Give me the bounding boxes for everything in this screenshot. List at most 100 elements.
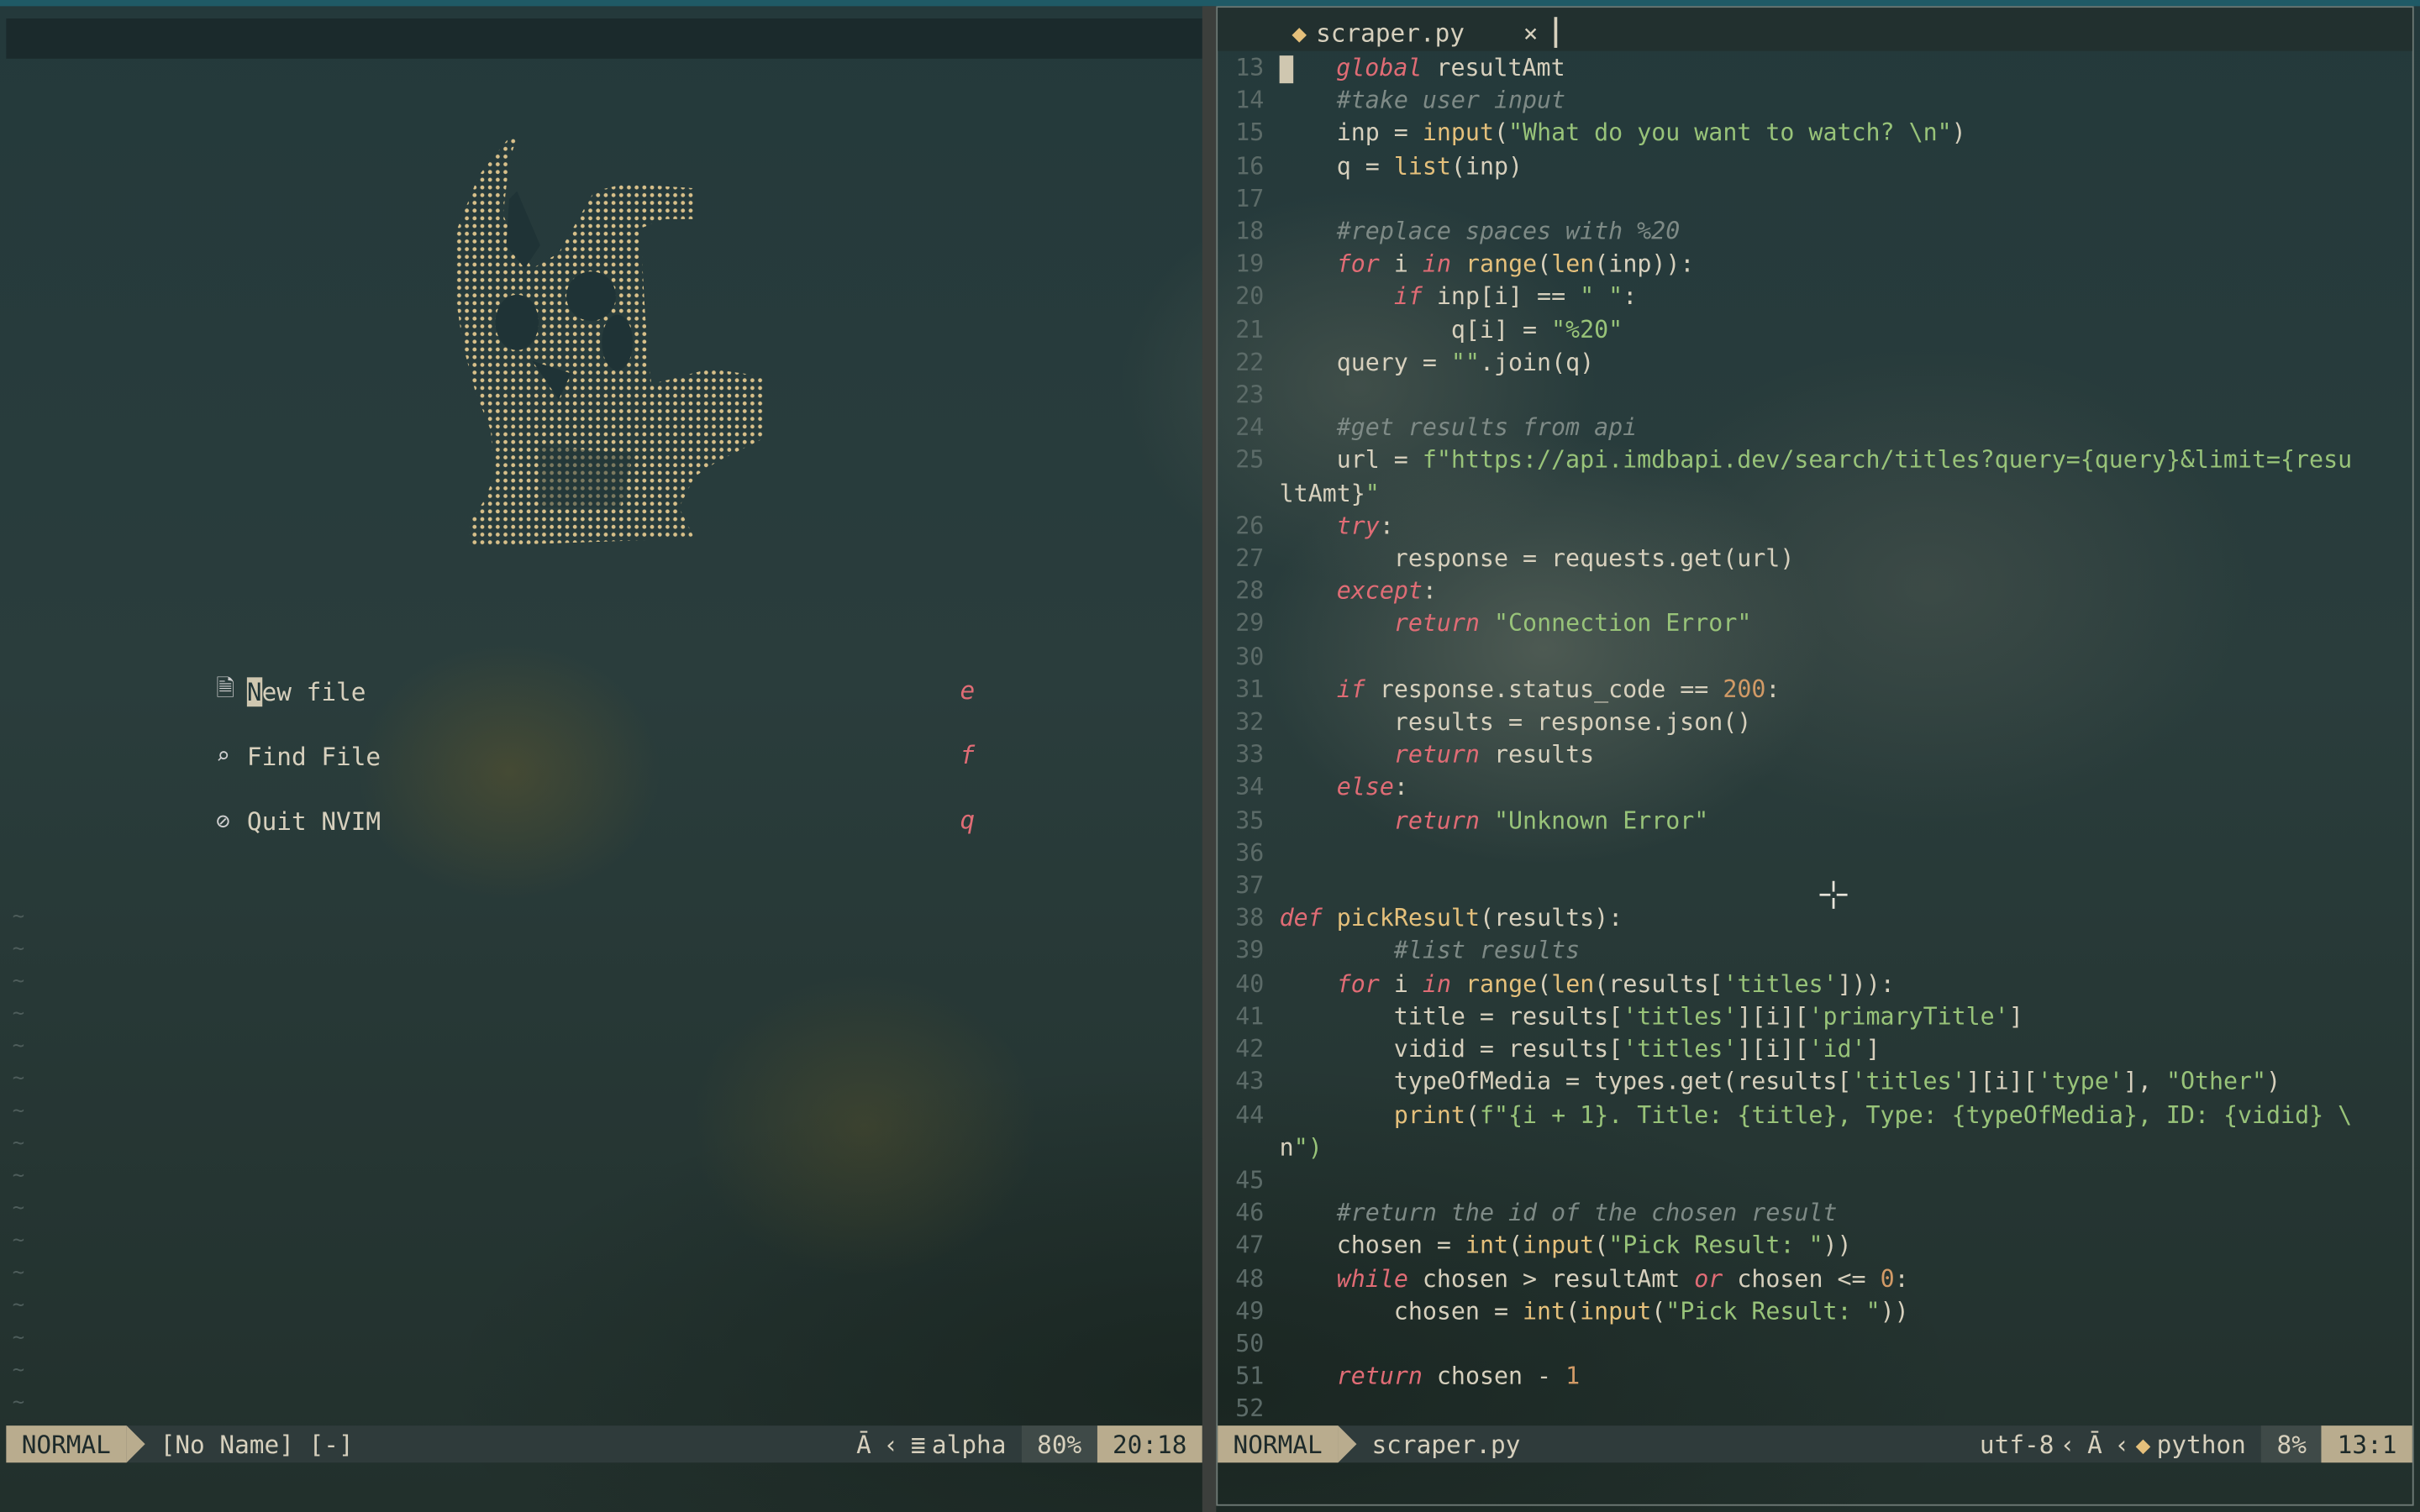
line-number: 26: [1235, 512, 1265, 540]
code-line[interactable]: 17: [1218, 183, 2412, 216]
statusline-percent: 8%: [2261, 1425, 2323, 1463]
statusline-position: 20:18: [1097, 1425, 1202, 1463]
code-line[interactable]: 43 typeOfMedia = types.get(results['titl…: [1218, 1067, 2412, 1100]
close-icon[interactable]: ×: [1523, 18, 1539, 47]
code-line[interactable]: ltAmt}": [1218, 478, 2412, 511]
line-number: 31: [1235, 675, 1265, 704]
code-line[interactable]: 23: [1218, 380, 2412, 412]
code-line[interactable]: 16 q = list(inp): [1218, 150, 2412, 183]
mode-indicator: NORMAL: [1218, 1425, 1356, 1463]
line-number: 42: [1235, 1035, 1265, 1063]
tab-separator: [1553, 17, 1557, 48]
code-line[interactable]: 38 def pickResult(results):: [1218, 903, 2412, 936]
code-line[interactable]: 14 #take user input: [1218, 85, 2412, 118]
right-editor-pane[interactable]: ◆ scraper.py × 13 global resultAmt 14 #ta…: [1216, 6, 2414, 1506]
code-line[interactable]: n"): [1218, 1132, 2412, 1165]
line-number: 32: [1235, 708, 1265, 737]
code-line[interactable]: 28 except:: [1218, 576, 2412, 609]
code-text: return chosen - 1: [1336, 1362, 1581, 1391]
mode-indicator: NORMAL: [6, 1425, 145, 1463]
code-line[interactable]: 32 results = response.json(): [1218, 706, 2412, 739]
code-text: #list results: [1393, 937, 1581, 965]
mouse-crosshair-cursor-icon: [1819, 880, 1848, 909]
line-number: 24: [1235, 413, 1265, 442]
line-number: 48: [1235, 1264, 1265, 1293]
left-pane-top-bar: [6, 18, 1202, 59]
code-text: #replace spaces with %20: [1336, 218, 1681, 246]
code-line[interactable]: 15 inp = input("What do you want to watc…: [1218, 118, 2412, 150]
statusline-encoding: utf-8: [1979, 1429, 2054, 1459]
code-line[interactable]: 36: [1218, 837, 2412, 870]
code-text: url = f"https://api.imdbapi.dev/search/t…: [1279, 446, 2353, 475]
code-line[interactable]: 50: [1218, 1328, 2412, 1361]
code-line[interactable]: 46 #return the id of the chosen result: [1218, 1198, 2412, 1231]
code-line[interactable]: 44 print(f"{i + 1}. Title: {title}, Type…: [1218, 1100, 2412, 1132]
code-text: #take user input: [1336, 87, 1566, 115]
code-line[interactable]: 18 #replace spaces with %20: [1218, 216, 2412, 249]
line-number: 34: [1235, 774, 1265, 802]
code-line[interactable]: 40 for i in range(len(results['titles'])…: [1218, 969, 2412, 1001]
code-line[interactable]: 41 title = results['titles'][i]['primary…: [1218, 1001, 2412, 1034]
code-line[interactable]: 52: [1218, 1394, 2412, 1426]
code-text: #get results from api: [1336, 413, 1638, 442]
line-number: 23: [1235, 381, 1265, 409]
line-number: 19: [1235, 249, 1265, 279]
line-number: 41: [1235, 1002, 1265, 1031]
code-line[interactable]: 48 while chosen > resultAmt or chosen <=…: [1218, 1263, 2412, 1295]
code-line[interactable]: 19 for i in range(len(inp)):: [1218, 249, 2412, 281]
line-number: 52: [1235, 1395, 1265, 1424]
line-number: 43: [1235, 1068, 1265, 1096]
line-number: 49: [1235, 1297, 1265, 1326]
line-number: 17: [1235, 185, 1265, 213]
line-number: 37: [1235, 871, 1265, 900]
line-number: 47: [1235, 1231, 1265, 1260]
linux-icon: Ā: [856, 1429, 871, 1459]
code-line[interactable]: 34 else:: [1218, 772, 2412, 805]
left-editor-pane[interactable]: 🗎 New file e ⌕ Find File f ⊘ Quit NVIM q…: [6, 6, 1202, 1505]
line-number: 27: [1235, 544, 1265, 573]
code-line[interactable]: 24 #get results from api: [1218, 412, 2412, 445]
code-line[interactable]: 51 return chosen - 1: [1218, 1361, 2412, 1394]
code-line[interactable]: 45: [1218, 1165, 2412, 1198]
code-line[interactable]: 21 q[i] = "%20": [1218, 314, 2412, 347]
code-line[interactable]: 26 try:: [1218, 511, 2412, 543]
code-text: inp = input("What do you want to watch? …: [1279, 119, 1966, 148]
code-line[interactable]: 13 global resultAmt: [1218, 52, 2412, 85]
code-text: title = results['titles'][i]['primaryTit…: [1279, 1002, 2023, 1031]
line-number: 46: [1235, 1199, 1265, 1227]
code-line[interactable]: 49 chosen = int(input("Pick Result: ")): [1218, 1295, 2412, 1328]
code-line[interactable]: 47 chosen = int(input("Pick Result: ")): [1218, 1230, 2412, 1263]
line-number: 45: [1235, 1166, 1265, 1194]
code-text: chosen = int(input("Pick Result: ")): [1279, 1297, 1909, 1326]
python-icon: ◆: [2135, 1429, 2151, 1459]
code-line[interactable]: 31 if response.status_code == 200:: [1218, 674, 2412, 706]
line-number: 40: [1235, 969, 1265, 998]
code-text: vidid = results['titles'][i]['id']: [1279, 1035, 1881, 1063]
code-buffer[interactable]: 13 global resultAmt 14 #take user input 15…: [1218, 52, 2412, 1426]
dashboard-new-file[interactable]: 🗎 New file: [216, 673, 366, 710]
line-number: 50: [1235, 1330, 1265, 1358]
code-line[interactable]: 20 if inp[i] == " ":: [1218, 281, 2412, 314]
code-line[interactable]: 42 vidid = results['titles'][i]['id']: [1218, 1034, 2412, 1067]
tab-scraper-py[interactable]: ◆ scraper.py ×: [1292, 15, 1557, 49]
dashboard-find-file[interactable]: ⌕ Find File: [216, 738, 381, 774]
code-text: response = requests.get(url): [1279, 544, 1795, 573]
window-split-divider[interactable]: [1202, 6, 1217, 1512]
code-line[interactable]: 33 return results: [1218, 739, 2412, 772]
list-icon: ≣: [910, 1429, 926, 1459]
code-line[interactable]: 25 url = f"https://api.imdbapi.dev/searc…: [1218, 445, 2412, 478]
code-line[interactable]: 29 return "Connection Error": [1218, 609, 2412, 642]
python-icon: ◆: [1292, 18, 1307, 48]
code-line[interactable]: 35 return "Unknown Error": [1218, 805, 2412, 837]
code-line[interactable]: 27 response = requests.get(url): [1218, 543, 2412, 576]
tab-label: scraper.py: [1316, 18, 1465, 48]
file-icon: 🗎: [216, 673, 235, 701]
code-text: else:: [1336, 774, 1408, 802]
code-line[interactable]: 37: [1218, 870, 2412, 903]
dashboard-key-quit: q: [960, 805, 976, 835]
code-line[interactable]: 39 #list results: [1218, 936, 2412, 969]
dashboard-quit-nvim[interactable]: ⊘ Quit NVIM: [216, 802, 381, 839]
statusline-filename: [No Name] [-]: [160, 1429, 354, 1459]
code-line[interactable]: 22 query = "".join(q): [1218, 347, 2412, 380]
code-line[interactable]: 30: [1218, 641, 2412, 674]
